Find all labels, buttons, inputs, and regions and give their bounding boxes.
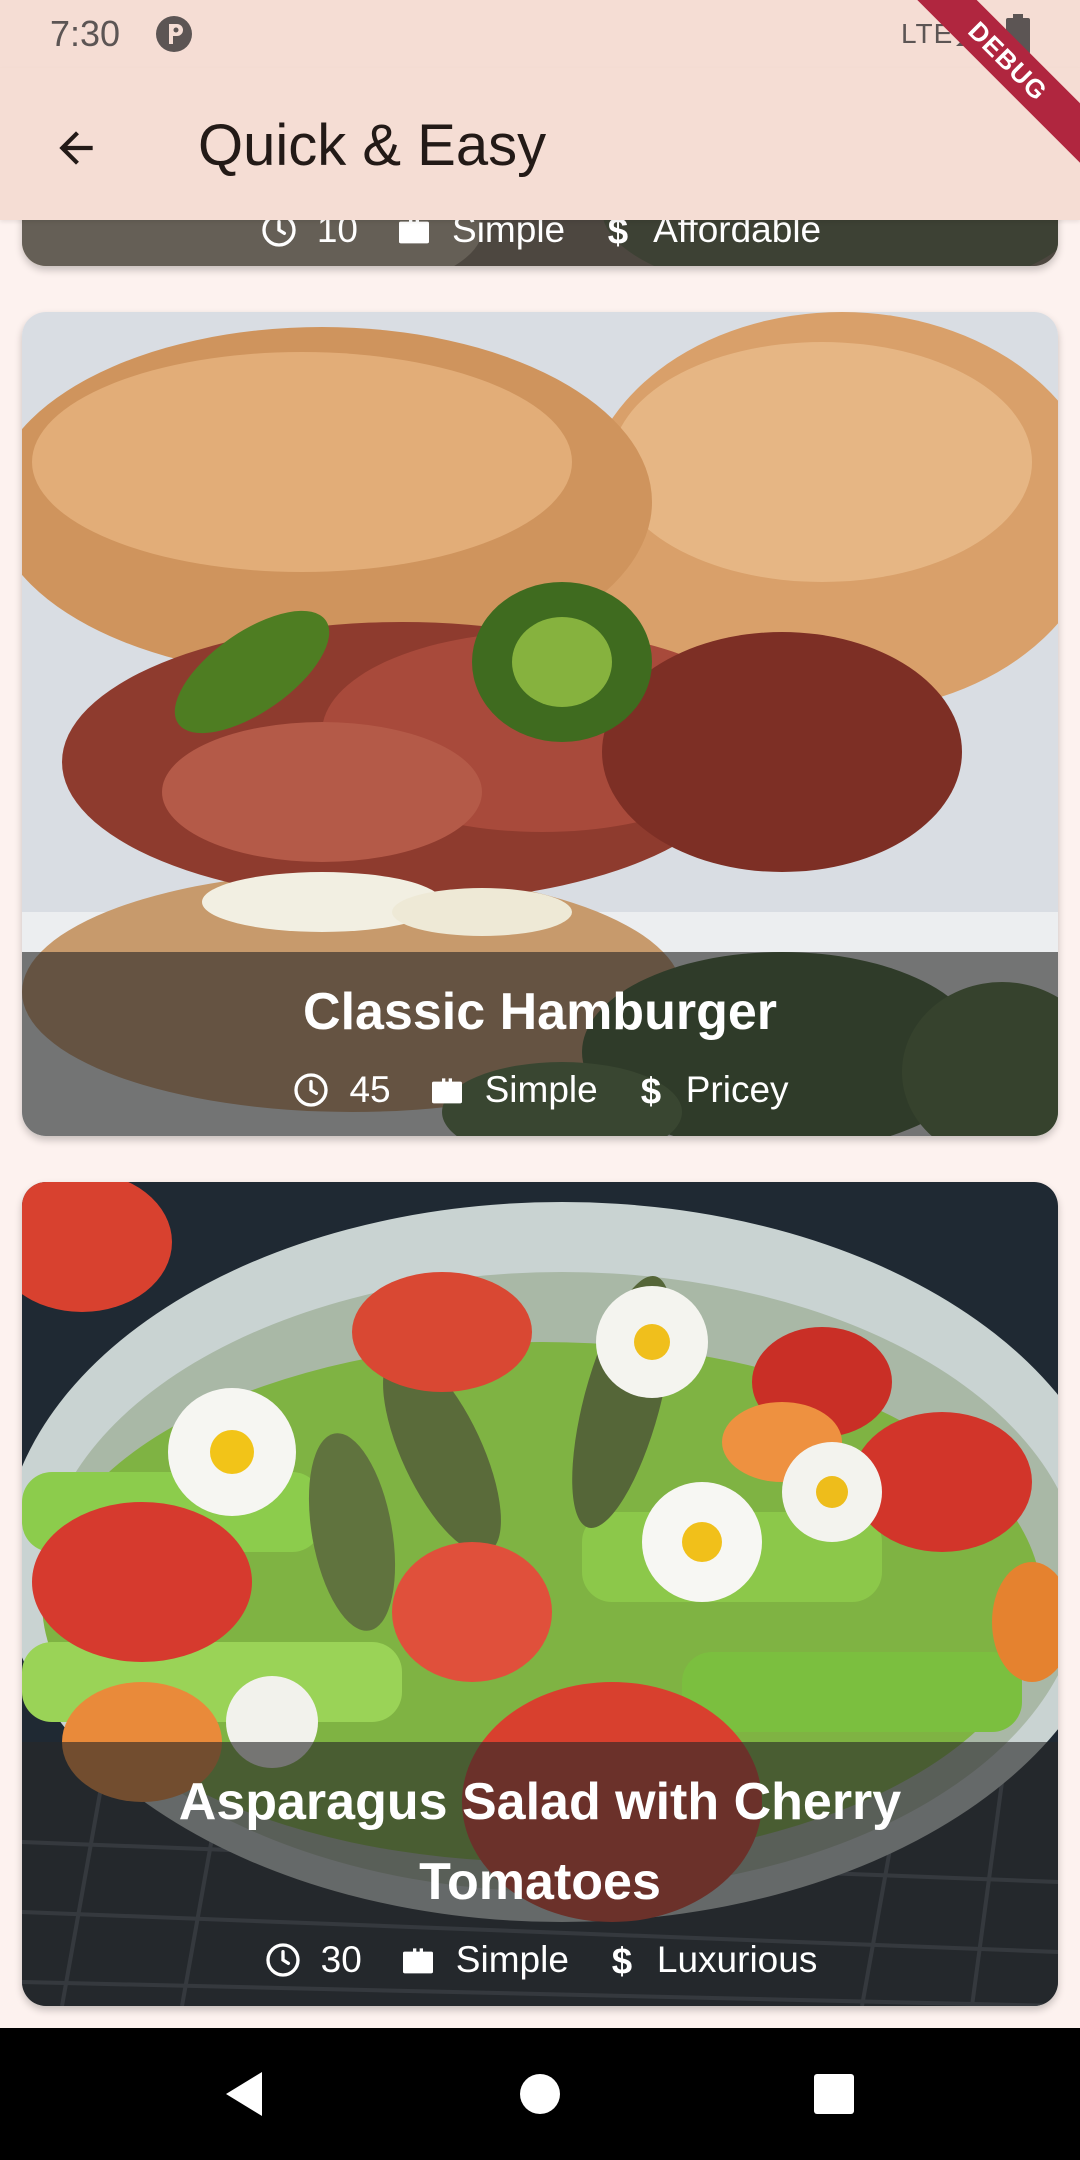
briefcase-icon [431,1078,462,1104]
page-title: Quick & Easy [198,113,547,178]
clock-icon [265,1943,300,1977]
signal-icon [956,22,982,46]
recents-square-icon [814,2074,854,2114]
app-notification-icon [156,16,192,52]
complexity: Simple [427,1069,598,1111]
system-nav-bar [0,2028,1080,2160]
complexity: Simple [398,1939,569,1981]
status-bar: 7:30 LTE [0,0,1080,68]
affordability: $ Luxurious [605,1939,818,1981]
meal-card[interactable]: Classic Hamburger 45 Simple $ Pricey [22,312,1058,1136]
nav-recents-button[interactable] [794,2054,874,2134]
meal-list[interactable]: 10 Simple $ Affordable Classic Hamburger… [0,0,1080,2028]
svg-text:$: $ [641,1070,661,1110]
network-type: LTE [901,18,954,49]
meal-card[interactable]: Asparagus Salad with Cherry Tomatoes 30 … [22,1182,1058,2006]
dollar-icon: $ [612,1940,632,1980]
home-circle-icon [520,2074,560,2114]
nav-home-button[interactable] [500,2054,580,2134]
battery-icon [1006,14,1030,54]
meal-title: Classic Hamburger [303,983,777,1041]
nav-back-button[interactable] [204,2054,284,2134]
app-bar: Quick & Easy [0,68,1080,220]
back-triangle-icon [226,2072,262,2116]
affordability: $ Pricey [634,1069,789,1111]
arrow-back-icon [59,131,93,165]
meal-meta: 30 Simple $ Luxurious [82,1932,998,1988]
dollar-icon: $ [641,1070,661,1110]
duration: 30 [263,1939,362,1981]
meal-meta: 45 Simple $ Pricey [82,1062,998,1118]
duration: 45 [291,1069,391,1111]
briefcase-icon [402,1948,433,1974]
svg-text:$: $ [612,1940,632,1980]
status-time: 7:30 [50,13,121,54]
clock-icon [294,1073,329,1107]
meal-title: Asparagus Salad with Cherry Tomatoes [178,1773,902,1911]
back-button[interactable] [36,108,116,188]
